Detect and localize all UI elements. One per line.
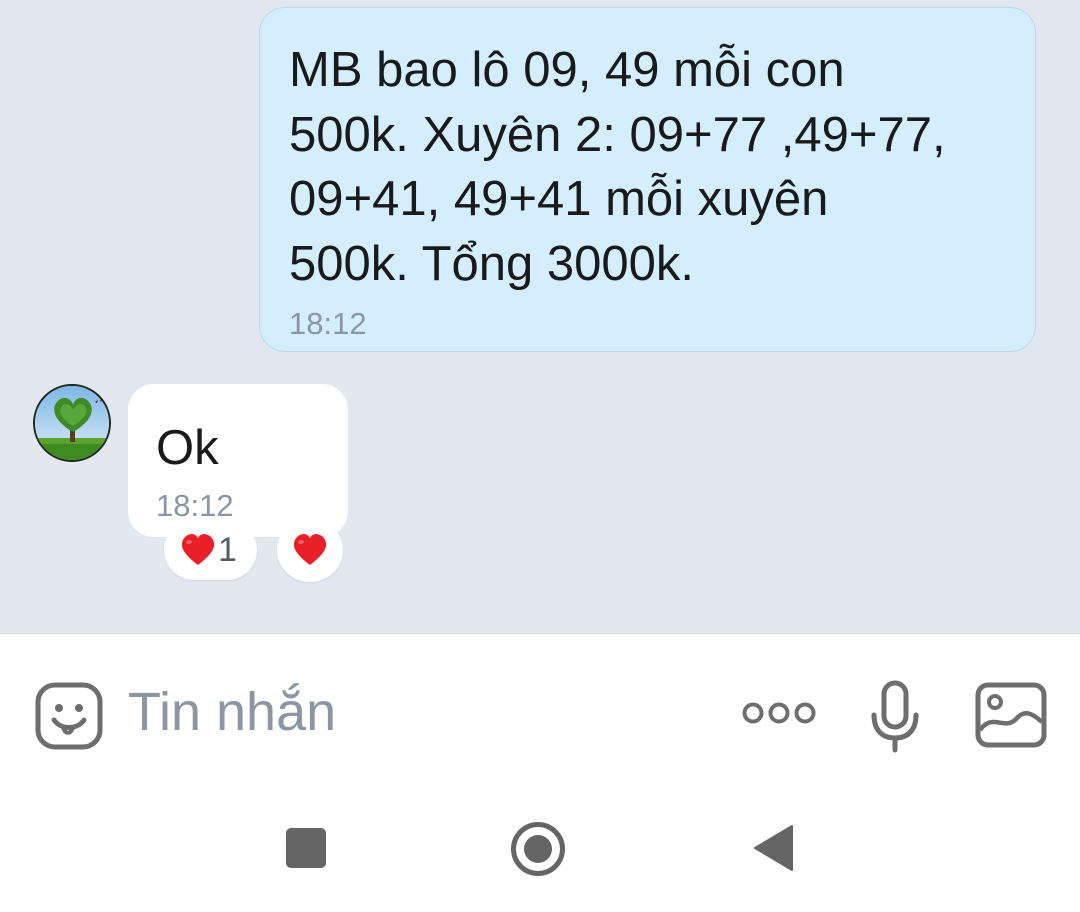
- more-options-button[interactable]: [740, 700, 818, 726]
- message-timestamp: 18:12: [289, 306, 367, 341]
- avatar[interactable]: [33, 384, 111, 462]
- chat-area[interactable]: MB bao lô 09, 49 mỗi con 500k. Xuyên 2: …: [0, 0, 1080, 633]
- system-navigation-bar: [0, 784, 1080, 912]
- back-icon: [754, 825, 793, 871]
- send-image-button[interactable]: [975, 682, 1047, 748]
- more-dots-icon: [742, 702, 816, 724]
- smiley-icon: [35, 682, 103, 750]
- add-heart-reaction-button[interactable]: [277, 518, 343, 582]
- message-timestamp: 18:12: [156, 488, 234, 523]
- voice-message-button[interactable]: [866, 680, 924, 754]
- message-composer: [0, 634, 1080, 784]
- back-button[interactable]: [752, 824, 794, 872]
- message-text: MB bao lô 09, 49 mỗi con 500k. Xuyên 2: …: [289, 43, 946, 291]
- recent-apps-icon[interactable]: [286, 828, 326, 868]
- home-button[interactable]: [510, 821, 566, 877]
- home-icon: [511, 822, 565, 876]
- message-text: Ok: [156, 421, 219, 475]
- emoji-button[interactable]: [35, 682, 103, 750]
- avatar-image: [35, 386, 109, 460]
- microphone-icon: [871, 680, 919, 753]
- incoming-message-bubble[interactable]: Ok 18:12: [128, 384, 348, 537]
- heart-icon: [181, 534, 215, 565]
- heart-icon: [293, 534, 327, 565]
- outgoing-message-bubble[interactable]: MB bao lô 09, 49 mỗi con 500k. Xuyên 2: …: [259, 7, 1036, 352]
- image-icon: [975, 682, 1047, 748]
- reaction-count: 1: [218, 531, 237, 569]
- heart-reaction-summary[interactable]: 1: [164, 520, 257, 580]
- message-input[interactable]: [128, 676, 688, 748]
